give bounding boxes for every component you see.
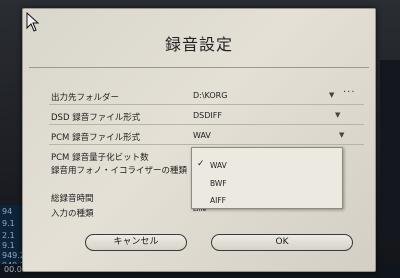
ok-button[interactable]: OK [211,234,353,251]
output-folder-value[interactable]: D:\KORG [193,91,227,100]
dsd-format-label: DSD 録音ファイル形式 [51,113,141,123]
row-divider [49,124,364,125]
chevron-down-icon[interactable]: ▼ [329,91,334,99]
mouse-cursor-icon [26,12,40,32]
background-value: 00.0 [4,265,22,274]
browse-folder-button[interactable]: ··· [343,87,356,98]
output-folder-label: 出力先フォルダー [51,93,120,103]
dropdown-option-aiff[interactable]: AIFF [210,196,226,205]
input-type-label: 入力の種類 [51,209,94,219]
background-value: 9.1 [2,241,15,250]
background-value: 2.1 [2,231,15,240]
checkmark-icon: ✓ [197,159,205,169]
pcm-format-dropdown: ✓ WAV BWF AIFF [191,147,343,209]
background-panel-right [380,60,400,240]
cancel-button[interactable]: キャンセル [85,234,187,251]
dsd-format-select[interactable]: DSDIFF [193,111,222,120]
phono-eq-label: 録音用フォノ・イコライザーの種類 [51,166,188,176]
chevron-down-icon[interactable]: ▼ [335,111,340,119]
title-divider [29,67,369,68]
total-record-time-label: 総録音時間 [51,194,94,204]
row-divider [49,104,364,105]
background-value: 94 [2,207,13,216]
dropdown-option-wav[interactable]: WAV [210,161,227,170]
chevron-down-icon[interactable]: ▼ [339,131,344,139]
recording-settings-dialog: 録音設定 出力先フォルダー D:\KORG ▼ ··· DSD 録音ファイル形式… [22,8,376,272]
row-divider [49,144,364,145]
pcm-format-select[interactable]: WAV [193,131,211,140]
background-value: 9.1 [2,219,15,228]
dropdown-option-bwf[interactable]: BWF [210,179,227,188]
pcm-format-label: PCM 録音ファイル形式 [51,133,141,143]
dialog-title: 録音設定 [164,35,233,54]
pcm-bit-depth-label: PCM 録音量子化ビット数 [51,153,149,163]
